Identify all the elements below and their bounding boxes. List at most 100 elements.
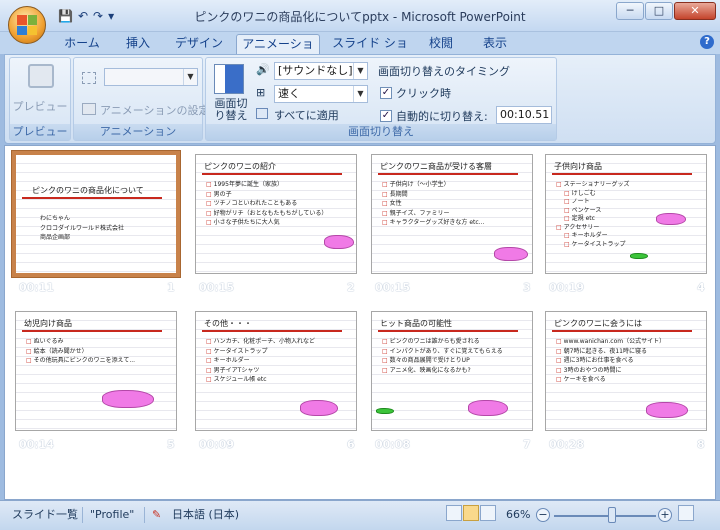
tab-animations[interactable]: アニメーション (236, 34, 320, 69)
transition-sound-combo[interactable]: [サウンドなし] ▼ (274, 62, 368, 80)
language-status[interactable]: 日本語 (日本) (172, 506, 239, 524)
transition-speed-combo[interactable]: 速く ▼ (274, 85, 368, 103)
slide-thumbnail[interactable]: ヒット商品の可能性ピンクのワニは誰からも愛されるインパクトがあり、すぐに覚えても… (371, 311, 533, 431)
slide-bullet: ケーキを食べる (556, 374, 606, 383)
slide-bullet: ツチノコといわれたこともある (206, 198, 298, 207)
slide-bullet: ケータイストラップ (206, 346, 268, 355)
slide-bullet: 女性 (382, 198, 402, 207)
slide-bullet: 小さな子供たちに大人気 (206, 217, 280, 226)
slide-title-rule (22, 330, 162, 332)
tab-design[interactable]: デザイン (170, 34, 228, 54)
zoom-slider-thumb[interactable] (608, 507, 616, 523)
slide-thumbnail[interactable]: 幼児向け商品ぬいぐるみ絵本（読み聞かせ）その他玩具にピンクのワニを添えて... (15, 311, 177, 431)
fit-to-window-button[interactable] (678, 505, 694, 521)
slide-bullet: 週に3時にお仕事を食べる (556, 355, 634, 364)
slide-sorter-view-button[interactable] (463, 505, 479, 521)
window-controls: ─ □ ✕ (616, 2, 716, 20)
zoom-in-button[interactable]: + (658, 508, 672, 522)
slide-timing: 00:11 (19, 281, 55, 294)
transition-scheme-button[interactable]: 画面切り替え (210, 98, 252, 122)
zoom-level[interactable]: 66% (506, 506, 530, 524)
apply-all-icon (256, 108, 268, 119)
zoom-out-button[interactable]: − (536, 508, 550, 522)
help-icon[interactable]: ? (700, 35, 714, 49)
slide-bullet: 男の子 (206, 189, 232, 198)
pink-crocodile-image (102, 390, 154, 408)
slide-thumbnail[interactable]: ピンクのワニ商品が受ける客層子供向け（～小学生）長期間女性親子イズ、ファミリーキ… (371, 154, 533, 274)
tab-home[interactable]: ホーム (58, 34, 106, 54)
slide-number: 5 (167, 438, 175, 451)
zoom-slider[interactable] (554, 515, 656, 517)
slide-title: ピンクのワニに会うには (554, 319, 642, 328)
office-logo-icon (17, 15, 37, 35)
custom-animation-button[interactable]: アニメーションの設定 (100, 102, 210, 118)
slide-thumbnail[interactable]: ピンクのワニに会うには www.wanichan.com（公式サイト）朝7時に起き… (545, 311, 707, 431)
slide-thumbnail[interactable]: 子供向け商品ステーショナリーグッズけしごむノートペンケース定規 etcアクセサリ… (545, 154, 707, 274)
slide-thumbnail[interactable]: その他・・・ハンカチ、化粧ポーチ、小物入れなどケータイストラップキーホルダー男子… (195, 311, 357, 431)
slide-bullet: 親子イズ、ファミリー (382, 208, 450, 217)
slide-bullet: ぬいぐるみ (26, 336, 64, 345)
view-status: スライド一覧 (12, 508, 78, 521)
maximize-button[interactable]: □ (645, 2, 673, 20)
slide-number: 6 (347, 438, 355, 451)
slide-title: その他・・・ (204, 319, 252, 328)
preview-group-label: プレビュー (10, 124, 70, 140)
slide-bullet: アニメ化、映画化になるかも? (382, 365, 471, 374)
pink-crocodile-image (324, 235, 354, 249)
close-button[interactable]: ✕ (674, 2, 716, 20)
animation-group-label: アニメーション (74, 124, 202, 140)
slide-title-rule (22, 197, 162, 199)
slide-sorter: ピンクのワニの商品化について わにちゃん クロコダイルワールド株式会社 商品企画部 00… (4, 145, 716, 500)
slide-timing: 00:15 (199, 281, 235, 294)
slide-thumbnail[interactable]: ピンクのワニの商品化について わにちゃん クロコダイルワールド株式会社 商品企画部 (12, 151, 180, 277)
office-button[interactable] (8, 6, 46, 44)
checkbox-checked-icon: ✓ (380, 87, 392, 99)
auto-advance-checkbox[interactable]: ✓ 自動的に切り替え: (380, 108, 488, 124)
tab-review[interactable]: 校閲 (420, 34, 462, 54)
slide-bullet: キーホルダー (206, 355, 250, 364)
slide-timing: 00:28 (549, 438, 585, 451)
slide-bullet: 長期間 (382, 189, 408, 198)
slide-bullet: スケジュール帳 etc (206, 374, 267, 383)
slide-bullet: www.wanichan.com（公式サイト） (556, 336, 665, 345)
tab-slideshow[interactable]: スライド ショー (330, 34, 410, 68)
theme-status: "Profile" (90, 508, 135, 521)
slide-bullet: インパクトがあり、すぐに覚えてもらえる (382, 346, 503, 355)
preview-icon (28, 64, 54, 88)
preview-group: プレビュー プレビュー (9, 57, 71, 141)
slide-timing: 00:09 (199, 438, 235, 451)
apply-all-button[interactable]: すべてに適用 (274, 107, 339, 123)
animation-combo[interactable]: ▼ (104, 68, 198, 86)
slide-thumbnail[interactable]: ピンクのワニの紹介 1995年夢に誕生（家族）男の子ツチノコといわれたこともある好… (195, 154, 357, 274)
spellcheck-icon[interactable]: ✎ (152, 506, 161, 524)
slide-timing: 00:19 (549, 281, 585, 294)
slide-bullet: 数々の商品展開で受けとりUP (382, 355, 470, 364)
slide-title: 子供向け商品 (554, 162, 602, 171)
slide-bullet: 1995年夢に誕生（家族） (206, 179, 283, 188)
slide-title-rule (378, 173, 518, 175)
slide-bullet: ピンクのワニは誰からも愛される (382, 336, 480, 345)
slide-bullet: ハンカチ、化粧ポーチ、小物入れなど (206, 336, 315, 345)
slide-bullet: 商品企画部 (40, 234, 71, 241)
slide-title-rule (378, 330, 518, 332)
preview-button[interactable]: プレビュー (10, 98, 70, 114)
advance-on-click-checkbox[interactable]: ✓ クリック時 (380, 85, 451, 101)
slide-bullet: 男子イアTシャツ (206, 365, 260, 374)
minimize-button[interactable]: ─ (616, 2, 644, 20)
checkbox-checked-icon: ✓ (380, 110, 392, 122)
tab-insert[interactable]: 挿入 (118, 34, 158, 54)
tab-view[interactable]: 表示 (474, 34, 516, 54)
auto-advance-time-input[interactable]: 00:10.51 (496, 106, 552, 124)
pink-crocodile-image (656, 213, 686, 225)
custom-animation-icon (82, 103, 96, 115)
slide-bullet: 好物がリチ（おとなもたもちがしている） (206, 208, 328, 217)
slideshow-view-button[interactable] (480, 505, 496, 521)
speed-icon: ⊞ (256, 86, 266, 99)
status-bar: スライド一覧 "Profile" ✎ 日本語 (日本) 66% − + (0, 500, 720, 530)
slide-title: ピンクのワニの紹介 (204, 162, 276, 171)
slide-bullet: クロコダイルワールド株式会社 (40, 224, 125, 232)
pink-crocodile-image (494, 247, 528, 261)
sound-icon: 🔊 (256, 63, 270, 76)
normal-view-button[interactable] (446, 505, 462, 521)
slide-title: 幼児向け商品 (24, 319, 72, 328)
